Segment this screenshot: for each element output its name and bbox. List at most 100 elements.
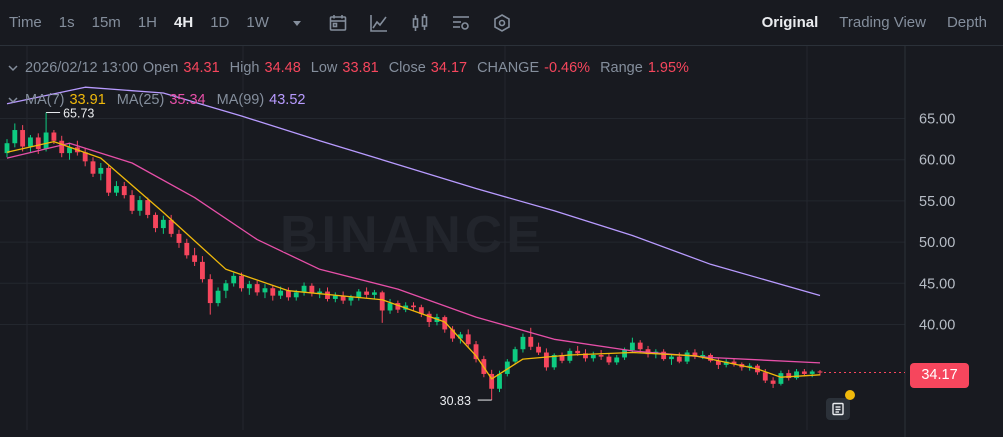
collapse-chevron-icon[interactable] <box>7 62 19 74</box>
candle-down <box>598 350 604 360</box>
candle-down <box>395 300 401 313</box>
candle-down <box>270 284 276 301</box>
candle-up <box>356 289 362 301</box>
candle-down <box>536 342 542 355</box>
ma25-label: MA(25) <box>116 92 165 108</box>
ma7-value: 33.91 <box>69 92 106 108</box>
candle-body <box>254 284 260 293</box>
candle-body <box>145 200 151 215</box>
candle-body <box>794 371 799 379</box>
candle-down <box>200 256 205 283</box>
candle-body <box>817 371 823 373</box>
candle-body <box>426 313 432 323</box>
candle-body <box>590 354 596 359</box>
candle-down <box>59 135 65 158</box>
candle-body <box>207 279 213 304</box>
low-value: 33.81 <box>342 60 379 76</box>
candle-up <box>567 348 573 364</box>
candle-body <box>676 356 682 362</box>
candle-body <box>153 214 158 229</box>
candle-body <box>114 186 119 193</box>
candle-down <box>340 291 346 304</box>
binance-watermark: BINANCE <box>280 206 545 264</box>
candle-body <box>778 373 784 384</box>
candle-body <box>379 292 385 311</box>
candle-body <box>262 288 268 293</box>
candle-body <box>614 357 620 363</box>
candle-body <box>801 371 807 374</box>
candle-body <box>622 350 627 358</box>
candle-body <box>51 132 57 141</box>
candle-up <box>4 139 10 158</box>
candle-up <box>520 333 526 353</box>
candle-up <box>614 354 620 365</box>
candle-up <box>387 298 393 314</box>
candle-datetime: 2026/02/12 13:00 <box>25 60 138 76</box>
candle-body <box>629 342 635 351</box>
candle-body <box>12 130 18 144</box>
candle-body <box>348 297 354 301</box>
candle-down <box>153 212 158 233</box>
candle-down <box>606 353 612 365</box>
candle-down <box>583 349 588 362</box>
candle-up <box>684 350 690 365</box>
y-tick-label: 40.00 <box>919 318 955 334</box>
candle-body <box>160 219 166 229</box>
candle-down <box>379 290 385 323</box>
candle-body <box>90 161 96 174</box>
y-axis: 65.00 60.00 55.00 50.00 45.00 40.00 <box>919 112 955 334</box>
candle-down <box>82 148 88 167</box>
candle-body <box>332 295 338 299</box>
notification-dot <box>845 390 855 400</box>
candle-body <box>129 195 135 211</box>
candle-up <box>114 181 119 196</box>
candle-up <box>98 162 104 181</box>
candle-body <box>223 283 229 291</box>
candle-down <box>106 165 112 196</box>
candle-body <box>28 137 33 147</box>
candle-up <box>231 272 237 287</box>
candle-down <box>637 340 643 353</box>
candle-up <box>371 289 377 299</box>
order-book-button[interactable] <box>826 398 850 420</box>
candle-down <box>176 229 182 248</box>
candle-up <box>794 368 799 380</box>
candle-up <box>332 292 338 303</box>
candle-down <box>192 247 198 266</box>
candle-up <box>223 280 229 299</box>
candle-body <box>301 285 307 293</box>
candle-down <box>20 125 26 152</box>
candle-down <box>207 274 213 315</box>
candle-body <box>293 292 299 298</box>
ma-info-row: MA(7) 33.91 MA(25) 35.34 MA(99) 43.52 <box>7 90 316 110</box>
collapse-chevron-icon[interactable] <box>7 94 19 106</box>
candle-body <box>270 288 276 296</box>
ohlc-info-row: 2026/02/12 13:00 Open 34.31 High 34.48 L… <box>7 58 699 78</box>
candle-body <box>606 356 612 363</box>
candle-body <box>575 350 581 354</box>
candle-body <box>121 186 127 196</box>
candle-body <box>200 261 205 280</box>
candle-up <box>590 351 596 362</box>
candle-down <box>121 181 127 199</box>
candle-body <box>43 132 49 149</box>
y-tick-label: 65.00 <box>919 112 955 128</box>
candle-down <box>715 357 721 369</box>
candle-body <box>278 290 284 296</box>
range-value: 1.95% <box>647 60 689 76</box>
candle-body <box>770 380 776 384</box>
candle-up <box>28 134 33 153</box>
candle-down <box>411 302 416 311</box>
candle-body <box>567 350 573 361</box>
candle-down <box>528 327 534 351</box>
candle-down <box>285 287 291 301</box>
candle-body <box>184 242 190 256</box>
candle-body <box>246 284 252 289</box>
close-label: Close <box>388 60 426 76</box>
candle-body <box>364 291 370 295</box>
candle-up <box>512 346 518 365</box>
candle-body <box>411 305 416 308</box>
candle-up <box>262 284 268 299</box>
candle-down <box>786 369 792 381</box>
candle-body <box>192 255 198 262</box>
